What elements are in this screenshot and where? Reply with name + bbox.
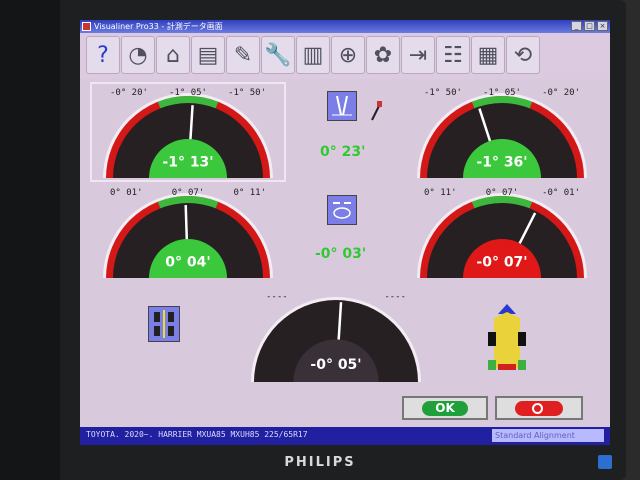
gauge-scale-right: ----	[384, 292, 406, 302]
gauge-value: 0° 04'	[165, 254, 210, 270]
toolbar-print-button[interactable]: ▤	[191, 36, 225, 74]
gauge-value: -1° 13'	[162, 154, 213, 170]
report-icon: ☷	[443, 42, 463, 68]
monitor-side	[0, 0, 60, 480]
gauge-front-left[interactable]: -1° 13' -0° 20' -1° 50' -1° 05'	[92, 84, 284, 180]
export-icon: ⇥	[408, 42, 428, 68]
toolbar-home-button[interactable]: ⌂	[156, 36, 190, 74]
camber-icon	[327, 91, 357, 121]
toolbar-calibrate-button[interactable]: ✎	[226, 36, 260, 74]
gauge-scale-left: -0° 20'	[110, 88, 148, 98]
ok-label: OK	[422, 401, 468, 416]
gauge-bottom[interactable]: -0° 05' ---- ----	[248, 288, 424, 384]
title-bar: Visualiner Pro33 - 計測データ画面 _ □ ×	[80, 20, 610, 33]
rear-axle-icon[interactable]	[148, 306, 180, 342]
gauge-front-right[interactable]: -1° 36' -1° 50' -0° 20' -1° 05'	[406, 84, 598, 180]
toolbar-report-button[interactable]: ☷	[436, 36, 470, 74]
spec-icon: ▥	[302, 42, 324, 68]
gauge-scale-center: 0° 07'	[486, 188, 519, 198]
gauge-value: -0° 05'	[310, 357, 361, 373]
toolbar: ? ◔ ⌂ ▤ ✎ 🔧 ▥ ⊕ ✿ ⇥ ☷ ▦ ⟲	[80, 33, 610, 79]
toe-icon	[327, 195, 357, 225]
gauge-scale-center: -1° 05'	[483, 88, 521, 98]
ok-button[interactable]: OK	[402, 396, 488, 420]
caster-icon	[369, 100, 383, 122]
app-icon	[82, 22, 91, 31]
gauge-scale-left: 0° 11'	[424, 188, 457, 198]
monitor-brand: PHILIPS	[284, 455, 356, 470]
window-title: Visualiner Pro33 - 計測データ画面	[94, 22, 223, 31]
gauge-scale-right: -0° 20'	[542, 88, 580, 98]
window-controls: _ □ ×	[571, 21, 608, 31]
gauge-value: -0° 07'	[476, 254, 527, 270]
center-top-value: 0° 23'	[320, 144, 366, 160]
cancel-icon	[532, 403, 543, 414]
app-screen: Visualiner Pro33 - 計測データ画面 _ □ × ? ◔ ⌂ ▤ ✎ 🔧 ▥…	[80, 20, 610, 445]
gauge-scale-left: ----	[266, 292, 288, 302]
gauge-scale-center: -1° 05'	[169, 88, 207, 98]
gauge-scale-left: -1° 50'	[424, 88, 462, 98]
gauge-scale-center: 0° 07'	[172, 188, 205, 198]
settings-icon: ⟲	[513, 42, 533, 68]
gauge-scale-right: -0° 01'	[542, 188, 580, 198]
vehicle-info: TOYOTA. 2020~. HARRIER MXUA85 MXUH85 225…	[86, 430, 308, 439]
toolbar-spec-button[interactable]: ▥	[296, 36, 330, 74]
vehicle-data-icon: ▦	[477, 42, 499, 68]
gauge-needle	[184, 204, 189, 245]
gauge-icon: ◔	[128, 42, 148, 68]
toolbar-gauge-button[interactable]: ◔	[121, 36, 155, 74]
gauge-value: -1° 36'	[476, 154, 527, 170]
gauge-scale-right: 0° 11'	[233, 188, 266, 198]
toe-symbol	[333, 202, 351, 219]
maximize-button[interactable]: □	[584, 21, 595, 31]
calibrate-icon: ✎	[233, 42, 253, 68]
gauge-scale-left: 0° 01'	[110, 188, 143, 198]
vehicle-icon	[488, 304, 526, 370]
close-button[interactable]: ×	[597, 21, 608, 31]
toolbar-export-button[interactable]: ⇥	[401, 36, 435, 74]
axle-symbol	[154, 310, 174, 338]
gauge-rear-right[interactable]: -0° 07' 0° 11' -0° 01' 0° 07'	[406, 184, 598, 280]
print-icon: ▤	[197, 42, 219, 68]
toolbar-settings-button[interactable]: ⟲	[506, 36, 540, 74]
toolbar-adjust-button[interactable]: 🔧	[261, 36, 295, 74]
camber-symbol	[332, 95, 352, 116]
cancel-button[interactable]	[495, 396, 583, 420]
minimize-button[interactable]: _	[571, 21, 582, 31]
wheels-icon: ✿	[373, 42, 393, 68]
toolbar-zoom-button[interactable]: ⊕	[331, 36, 365, 74]
cancel-pill	[515, 401, 563, 416]
gauge-rear-left[interactable]: 0° 04' 0° 01' 0° 11' 0° 07'	[92, 184, 284, 280]
mode-indicator: Standard Alignment	[492, 429, 604, 442]
toolbar-vehicle-data-button[interactable]: ▦	[471, 36, 505, 74]
power-indicator	[598, 455, 612, 469]
gauge-scale-right: -1° 50'	[228, 88, 266, 98]
home-icon: ⌂	[166, 42, 180, 68]
status-bar: TOYOTA. 2020~. HARRIER MXUA85 MXUH85 225…	[80, 427, 610, 445]
adjust-icon: 🔧	[264, 42, 292, 68]
center-middle-value: -0° 03'	[315, 246, 367, 262]
help-icon: ?	[97, 42, 109, 68]
toolbar-wheels-button[interactable]: ✿	[366, 36, 400, 74]
zoom-icon: ⊕	[338, 42, 358, 68]
toolbar-help-button[interactable]: ?	[86, 36, 120, 74]
